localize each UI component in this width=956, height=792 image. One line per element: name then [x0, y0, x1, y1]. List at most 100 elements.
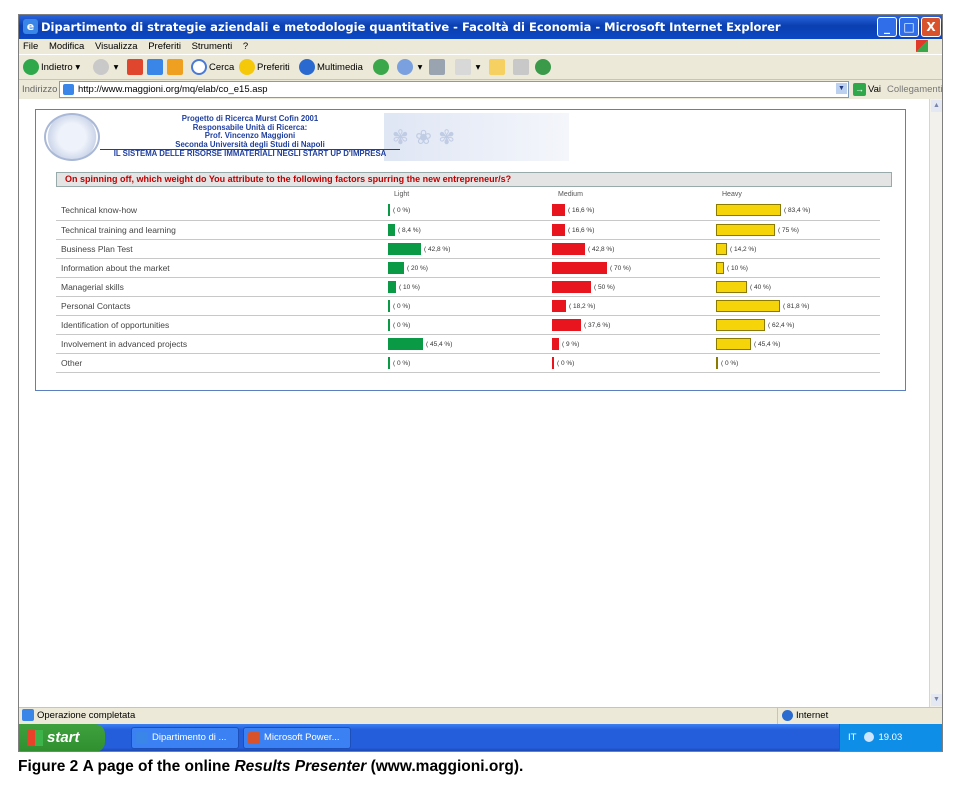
scroll-up-icon[interactable]: ▲: [931, 100, 942, 112]
forward-button[interactable]: ▾: [93, 58, 118, 78]
heavy-bar: [716, 318, 765, 331]
folder-button[interactable]: [489, 58, 507, 78]
heavy-percent-label: ( 45,4 %): [754, 340, 781, 348]
light-percent-label: ( 0 %): [393, 359, 411, 367]
heavy-cell: ( 40 %): [716, 277, 880, 297]
factor-label: Technical know-how: [56, 201, 388, 221]
page-icon: [63, 84, 74, 95]
globe-icon: [782, 709, 793, 721]
medium-percent-label: ( 50 %): [594, 283, 615, 291]
light-cell: ( 10 %): [388, 277, 552, 297]
address-bar: Indirizzo http://www.maggioni.org/mq/ela…: [19, 80, 942, 114]
scroll-down-icon[interactable]: ▼: [931, 694, 942, 706]
heavy-bar: [716, 242, 727, 255]
table-row: Involvement in advanced projects ( 45,4 %…: [56, 334, 880, 354]
column-header-light: Light: [394, 191, 410, 198]
heavy-cell: ( 10 %): [716, 258, 880, 278]
menu-file[interactable]: File: [23, 41, 38, 52]
light-cell: ( 0 %): [388, 315, 552, 335]
volume-icon[interactable]: [864, 732, 875, 743]
table-row: Personal Contacts ( 0 %) ( 18,2 %) ( 81,8 %…: [56, 296, 880, 316]
factor-label: Technical training and learning: [56, 220, 388, 240]
search-icon: [191, 59, 207, 76]
medium-percent-label: ( 16,6 %): [568, 226, 595, 234]
light-percent-label: ( 8,4 %): [398, 226, 421, 234]
favorites-button[interactable]: Preferiti: [239, 58, 290, 78]
minimize-button[interactable]: _: [877, 17, 897, 37]
medium-percent-label: ( 16,6 %): [568, 207, 595, 214]
menu-strumenti[interactable]: Strumenti: [192, 41, 233, 52]
close-button[interactable]: X: [921, 17, 941, 37]
window-title: Dipartimento di strategie aziendali e me…: [41, 20, 781, 34]
research-button[interactable]: [513, 58, 531, 78]
medium-cell: ( 50 %): [552, 277, 716, 297]
mail-button[interactable]: ▾: [397, 58, 422, 78]
taskbar-item-powerpoint[interactable]: Microsoft Power...: [243, 727, 351, 749]
light-percent-label: ( 0 %): [393, 207, 411, 214]
back-button[interactable]: Indietro ▾: [23, 58, 80, 78]
edit-icon: [455, 59, 471, 76]
menu-modifica[interactable]: Modifica: [49, 41, 84, 52]
history-icon: [373, 59, 389, 76]
start-button[interactable]: start: [19, 724, 105, 751]
column-header-heavy: Heavy: [722, 191, 742, 198]
history-button[interactable]: [373, 58, 391, 78]
toolbar: Indietro ▾ ▾ Cerca Preferiti Multimedia: [19, 54, 942, 80]
medium-percent-label: ( 42,8 %): [588, 245, 615, 253]
refresh-button[interactable]: [147, 58, 165, 78]
star-icon: [239, 59, 255, 76]
menu-help[interactable]: ?: [243, 41, 248, 52]
table-row: Managerial skills ( 10 %) ( 50 %) ( 40 %): [56, 277, 880, 297]
heavy-cell: ( 14,2 %): [716, 239, 880, 259]
heavy-percent-label: ( 0 %): [721, 359, 739, 367]
medium-percent-label: ( 18,2 %): [569, 302, 596, 310]
light-cell: ( 0 %): [388, 296, 552, 316]
go-button[interactable]: → Vai: [853, 80, 881, 99]
language-indicator[interactable]: IT: [848, 732, 856, 743]
table-row: Technical training and learning ( 8,4 %) (…: [56, 220, 880, 240]
factor-label: Involvement in advanced projects: [56, 334, 388, 354]
table-row: Other ( 0 %) ( 0 %) ( 0 %): [56, 353, 880, 373]
heavy-cell: ( 62,4 %): [716, 315, 880, 335]
stop-button[interactable]: [127, 58, 145, 78]
light-bar: [388, 280, 396, 293]
edit-button[interactable]: ▾: [455, 58, 480, 78]
refresh-icon: [147, 59, 163, 76]
back-arrow-icon: [23, 59, 39, 76]
messenger-button[interactable]: [535, 58, 553, 78]
medium-bar: [552, 223, 565, 236]
window-title-bar[interactable]: e Dipartimento di strategie aziendali e …: [19, 15, 942, 39]
multimedia-button[interactable]: Multimedia: [299, 58, 363, 78]
medium-cell: ( 16,6 %): [552, 220, 716, 240]
home-button[interactable]: [167, 58, 185, 78]
vertical-scrollbar[interactable]: ▲ ▼: [929, 99, 942, 707]
menu-preferiti[interactable]: Preferiti: [148, 41, 181, 52]
caption-label: Figure 2: [18, 758, 79, 775]
medium-bar: [552, 299, 566, 312]
heavy-bar: [716, 299, 780, 312]
medium-cell: ( 0 %): [552, 353, 716, 373]
light-bar: [388, 356, 390, 369]
taskbar-item-ie[interactable]: Dipartimento di ...: [131, 727, 239, 749]
windows-flag-icon: [27, 730, 43, 746]
windows-logo-icon: [916, 40, 928, 52]
light-bar: [388, 337, 423, 350]
results-table: Technical know-how ( 0 %) ( 16,6 %) ( 83,4 …: [56, 201, 880, 373]
research-icon: [513, 59, 529, 76]
stop-icon: [127, 59, 143, 76]
medium-cell: ( 9 %): [552, 334, 716, 354]
factor-label: Information about the market: [56, 258, 388, 278]
print-button[interactable]: [429, 58, 447, 78]
maximize-button[interactable]: □: [899, 17, 919, 37]
forward-arrow-icon: [93, 59, 109, 76]
banner-line: Seconda Università degli Studi di Napoli: [175, 139, 325, 149]
address-input[interactable]: http://www.maggioni.org/mq/elab/co_e15.a…: [59, 81, 849, 98]
address-dropdown-button[interactable]: ▼: [836, 83, 847, 94]
search-button[interactable]: Cerca: [191, 58, 234, 78]
medium-percent-label: ( 37,6 %): [584, 321, 611, 329]
project-banner: ✾ ❀ ✾ Progetto di Ricerca Murst Cofin 20…: [44, 113, 569, 161]
banner-text: Progetto di Ricerca Murst Cofin 2001 Res…: [100, 114, 400, 159]
results-panel: ✾ ❀ ✾ Progetto di Ricerca Murst Cofin 20…: [35, 109, 906, 391]
menu-visualizza[interactable]: Visualizza: [95, 41, 138, 52]
medium-cell: ( 18,2 %): [552, 296, 716, 316]
